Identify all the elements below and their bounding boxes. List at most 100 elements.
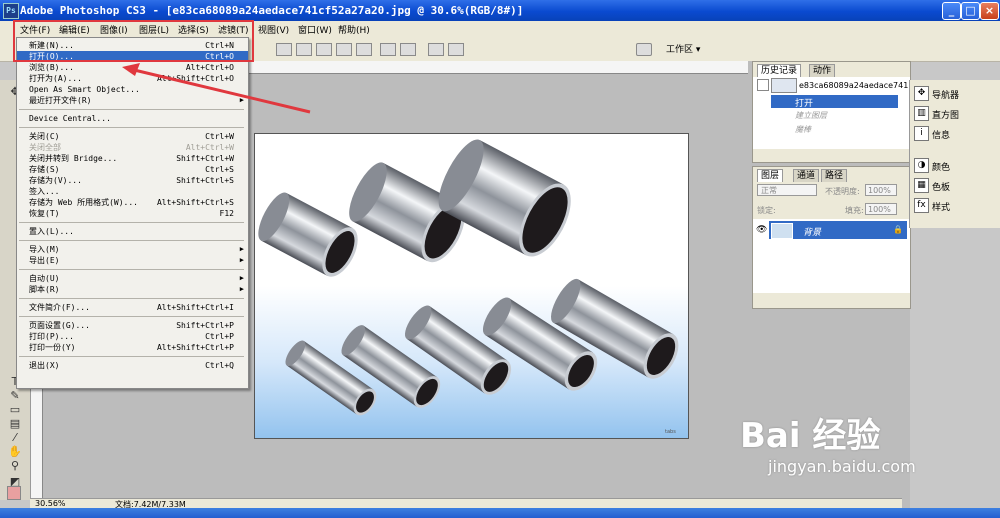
tab-channels[interactable]: 通道 <box>793 169 820 182</box>
history-step-current[interactable]: 打开 <box>771 95 898 109</box>
file-menu-item[interactable]: 签入... <box>17 186 248 197</box>
menu-item-label: 页面设置(G)... <box>29 321 90 330</box>
dock-styles[interactable]: 样式 <box>932 200 950 213</box>
fill-input[interactable]: 100% <box>865 203 897 215</box>
baidu-watermark: Bai 经验 jingyan.baidu.com <box>740 408 916 476</box>
snapshot-thumbnail <box>771 78 797 93</box>
submenu-arrow-icon: ▶ <box>239 245 244 253</box>
navigator-icon[interactable]: ✥ <box>914 86 929 101</box>
menu-separator <box>19 127 244 128</box>
window-title: Adobe Photoshop CS3 - [e83ca68089a24aeda… <box>20 4 524 17</box>
swatches-icon[interactable]: ▦ <box>914 178 929 193</box>
menu-item-shortcut: Ctrl+Q <box>205 361 234 370</box>
menu-item-label: 置入(L)... <box>29 227 74 236</box>
tab-layers[interactable]: 图层 <box>757 169 784 182</box>
workspace-dropdown[interactable]: 工作区 ▾ <box>666 42 700 55</box>
tube-1 <box>258 192 358 277</box>
opacity-input[interactable]: 100% <box>865 184 897 196</box>
menu-item-shortcut: Alt+Shift+Ctrl+P <box>156 343 234 352</box>
lock-label: 锁定: <box>757 206 776 215</box>
history-step-undone[interactable]: 魔棒 <box>795 124 811 135</box>
menu-help[interactable]: 帮助(H) <box>338 23 370 36</box>
file-menu-item[interactable]: 关闭(C) Ctrl+W <box>17 131 248 142</box>
menu-view[interactable]: 视图(V) <box>258 23 289 36</box>
menu-item-shortcut: F12 <box>219 209 234 218</box>
image-credit: tabs <box>665 429 676 435</box>
distribute-left-icon[interactable] <box>428 43 444 56</box>
close-button[interactable]: × <box>980 2 999 20</box>
snapshot-label[interactable]: e83ca68089a24aedace741... <box>799 81 916 90</box>
file-menu-item[interactable]: 恢复(T) F12 <box>17 208 248 219</box>
histogram-icon[interactable]: ▥ <box>914 106 929 121</box>
align-left-icon[interactable] <box>336 43 352 56</box>
align-bottom-icon[interactable] <box>316 43 332 56</box>
maximize-button[interactable]: □ <box>961 2 980 20</box>
distribute-top-icon[interactable] <box>380 43 396 56</box>
file-menu-item[interactable]: 页面设置(G)... Shift+Ctrl+P <box>17 320 248 331</box>
menu-separator <box>19 269 244 270</box>
snapshot-brush-icon[interactable] <box>757 79 769 91</box>
menu-item-shortcut: Ctrl+W <box>205 132 234 141</box>
file-menu-item[interactable]: 置入(L)... <box>17 226 248 237</box>
file-menu-item[interactable]: 打印(P)... Ctrl+P <box>17 331 248 342</box>
file-menu-item[interactable]: 存储为 Web 所用格式(W)... Alt+Shift+Ctrl+S <box>17 197 248 208</box>
history-list: e83ca68089a24aedace741... 打开 建立图层 魔棒 <box>753 77 916 149</box>
menu-item-label: 自动(U) <box>29 274 60 283</box>
tab-actions[interactable]: 动作 <box>809 64 836 77</box>
dock-info[interactable]: 信息 <box>932 128 950 141</box>
blend-mode-select[interactable]: 正常 <box>757 184 817 196</box>
zoom-level[interactable]: 30.56% <box>35 499 66 508</box>
foreground-color-swatch[interactable] <box>7 486 21 500</box>
layer-lock-icon: 🔒 <box>893 225 903 234</box>
dock-navigator[interactable]: 导航器 <box>932 88 959 101</box>
file-menu-item[interactable]: 存储为(V)... Shift+Ctrl+S <box>17 175 248 186</box>
menu-item-label: 签入... <box>29 187 60 196</box>
pen-tool-icon[interactable]: ✎ <box>8 390 22 402</box>
menu-item-label: 退出(X) <box>29 361 60 370</box>
file-menu-item[interactable]: 导入(M) ▶ <box>17 244 248 255</box>
file-menu-item[interactable]: 退出(X) Ctrl+Q <box>17 360 248 371</box>
layer-thumbnail <box>771 223 793 239</box>
info-icon[interactable]: i <box>914 126 929 141</box>
tab-history[interactable]: 历史记录 <box>757 64 802 77</box>
menu-item-shortcut: Shift+Ctrl+S <box>176 176 234 185</box>
file-menu-item[interactable]: 存储(S) Ctrl+S <box>17 164 248 175</box>
distribute-middle-icon[interactable] <box>400 43 416 56</box>
eyedropper-tool-icon[interactable]: ⁄ <box>8 432 22 444</box>
dock-histogram[interactable]: 直方图 <box>932 108 959 121</box>
windows-taskbar <box>0 508 1000 518</box>
align-top-icon[interactable] <box>276 43 292 56</box>
dock-swatches[interactable]: 色板 <box>932 180 950 193</box>
minimize-button[interactable]: _ <box>942 2 961 20</box>
color-icon[interactable]: ◑ <box>914 158 929 173</box>
menu-window[interactable]: 窗口(W) <box>298 23 332 36</box>
file-menu-item[interactable]: 打印一份(Y) Alt+Shift+Ctrl+P <box>17 342 248 353</box>
canvas-image[interactable]: tabs <box>254 133 689 439</box>
history-step-undone[interactable]: 建立图层 <box>795 110 827 121</box>
file-menu-item[interactable]: 自动(U) ▶ <box>17 273 248 284</box>
shape-tool-icon[interactable]: ▭ <box>8 404 22 416</box>
menu-separator <box>19 316 244 317</box>
zoom-tool-icon[interactable]: ⚲ <box>8 460 22 472</box>
align-right-icon[interactable] <box>356 43 372 56</box>
styles-icon[interactable]: fx <box>914 198 929 213</box>
menu-separator <box>19 356 244 357</box>
menu-separator <box>19 240 244 241</box>
watermark-brand: Bai 经验 <box>740 416 881 456</box>
file-menu-item[interactable]: 导出(E) ▶ <box>17 255 248 266</box>
file-menu-item: 关闭全部 Alt+Ctrl+W <box>17 142 248 153</box>
submenu-arrow-icon: ▶ <box>239 285 244 293</box>
hand-tool-icon[interactable]: ✋ <box>8 446 22 458</box>
file-menu-item[interactable]: 文件简介(F)... Alt+Shift+Ctrl+I <box>17 302 248 313</box>
dock-color[interactable]: 颜色 <box>932 160 950 173</box>
eye-icon[interactable]: 👁 <box>756 225 767 235</box>
distribute-right-icon[interactable] <box>448 43 464 56</box>
align-middle-icon[interactable] <box>296 43 312 56</box>
highlight-box <box>13 20 254 62</box>
bridge-icon[interactable] <box>636 43 652 56</box>
file-menu-item[interactable]: 脚本(R) ▶ <box>17 284 248 295</box>
notes-tool-icon[interactable]: ▤ <box>8 418 22 430</box>
file-menu-item[interactable]: 关闭并转到 Bridge... Shift+Ctrl+W <box>17 153 248 164</box>
layer-row-background[interactable]: 背景 🔒 <box>769 221 907 239</box>
tab-paths[interactable]: 路径 <box>821 169 848 182</box>
